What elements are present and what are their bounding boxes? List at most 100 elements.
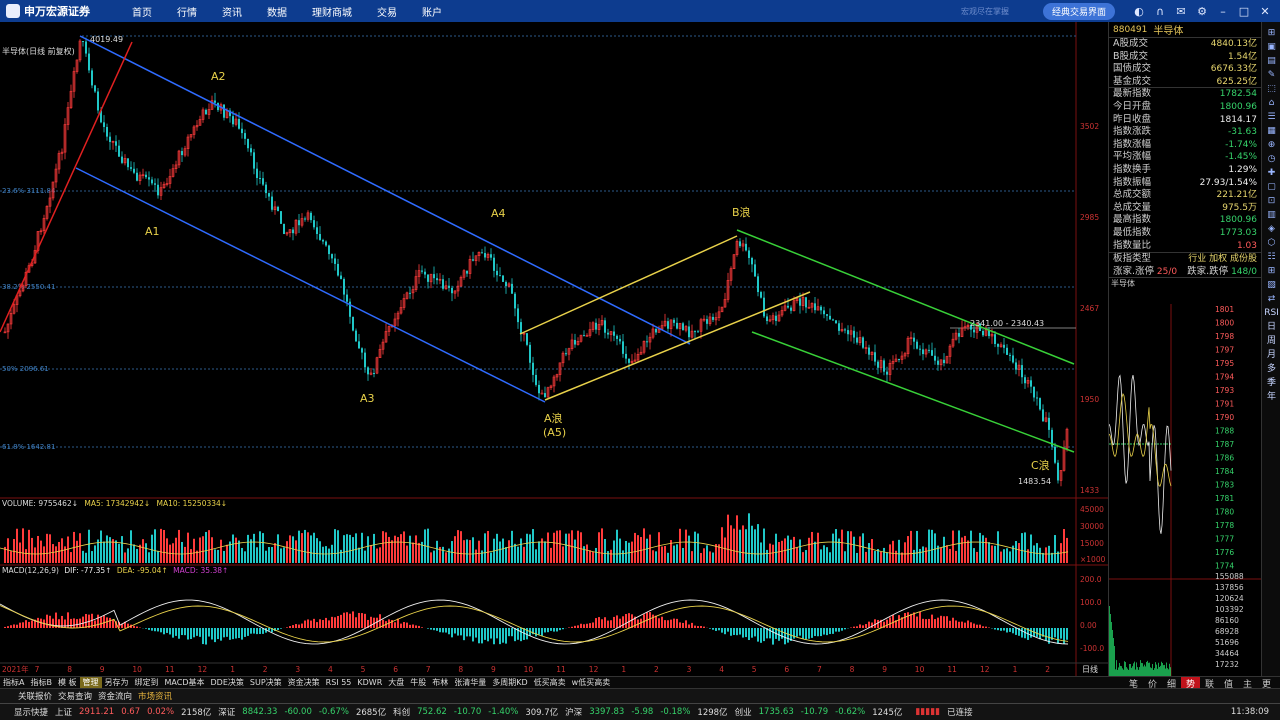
macd-bar (448, 628, 450, 635)
indicator-tab[interactable]: 牛股 (407, 677, 429, 688)
side-period-2[interactable]: 周 (1262, 334, 1280, 348)
intraday-vol-bar (1120, 665, 1121, 676)
volume-bar (520, 538, 522, 563)
intraday-chart[interactable]: 1801 1800 1798 1797 1795 1794 1793 1791 1790 1788… (1109, 304, 1262, 676)
sh-index-label[interactable]: 上证 (55, 706, 72, 718)
indicator-tab[interactable]: 布林 (429, 677, 451, 688)
indicator-tab[interactable]: KDWR (354, 678, 385, 687)
kline-chart-area[interactable]: 23.6% 3111.84 38.2% 2550.41 50% 2096.61 … (0, 22, 1108, 676)
intraday-tick: 1794 (1215, 373, 1234, 382)
intraday-vol-bar (1164, 664, 1165, 676)
indicator-tab[interactable]: 张清华量 (451, 677, 489, 688)
volume-bar (499, 541, 501, 563)
nav-trade[interactable]: 交易 (377, 4, 397, 19)
nav-data[interactable]: 数据 (267, 4, 287, 19)
volume-bar (733, 528, 735, 563)
candle-body (268, 193, 270, 197)
side-period-4[interactable]: 多 (1262, 362, 1280, 376)
side-tool-icon[interactable]: ✚ (1262, 166, 1280, 180)
side-tool-icon[interactable]: ◈ (1262, 222, 1280, 236)
side-tool-icon[interactable]: ▤ (1262, 54, 1280, 68)
side-period-0[interactable]: RSI (1262, 306, 1280, 320)
date-tick: 12 (589, 665, 599, 674)
intraday-vol-bar (1154, 668, 1155, 676)
date-tick: 5 (752, 665, 757, 674)
candle-body (625, 353, 627, 359)
indicator-tab[interactable]: RSI 55 (323, 678, 355, 687)
indicator-tab[interactable]: 资金决策 (285, 677, 323, 688)
side-period-3[interactable]: 月 (1262, 348, 1280, 362)
side-tool-icon[interactable]: ☷ (1262, 250, 1280, 264)
side-tool-icon[interactable]: ⊞ (1262, 26, 1280, 40)
side-tool-icon[interactable]: ⬚ (1262, 82, 1280, 96)
side-tool-icon[interactable]: ☰ (1262, 110, 1280, 124)
indicator-tab[interactable]: w低买高卖 (569, 677, 614, 688)
kline-chart[interactable]: 23.6% 3111.84 38.2% 2550.41 50% 2096.61 … (0, 22, 1108, 676)
side-period-5[interactable]: 季 (1262, 376, 1280, 390)
side-tool-icon[interactable]: ⌂ (1262, 96, 1280, 110)
nav-market[interactable]: 行情 (177, 4, 197, 19)
side-tool-icon[interactable]: ✎ (1262, 68, 1280, 82)
nav-account[interactable]: 账户 (422, 4, 442, 19)
side-period-6[interactable]: 年 (1262, 390, 1280, 404)
label-c-wave: C浪 (1031, 458, 1050, 472)
side-tool-icon[interactable]: ▣ (1262, 40, 1280, 54)
indicator-tab[interactable]: MACD基本 (162, 677, 208, 688)
headset-icon[interactable]: ∩ (1153, 5, 1167, 19)
nav-home[interactable]: 首页 (132, 4, 152, 19)
indicator-tab[interactable]: 管理 (79, 677, 102, 688)
close-icon[interactable]: ✕ (1258, 5, 1272, 19)
minimize-icon[interactable]: – (1216, 5, 1230, 19)
indicator-tab[interactable]: 指标B (27, 677, 55, 688)
side-tool-icon[interactable]: ▢ (1262, 180, 1280, 194)
quick-display-label[interactable]: 显示快捷 (14, 706, 48, 718)
maximize-icon[interactable]: □ (1237, 5, 1251, 19)
side-tool-icon[interactable]: ⊕ (1262, 138, 1280, 152)
indicator-tab[interactable]: 绑定到 (132, 677, 162, 688)
sub-tab[interactable]: 关联报价 (18, 690, 52, 702)
classic-trade-button[interactable]: 经典交易界面 (1042, 3, 1115, 20)
volume-bar (874, 550, 876, 563)
side-period-1[interactable]: 日 (1262, 320, 1280, 334)
sz-index-label[interactable]: 深证 (218, 706, 235, 718)
sub-tab[interactable]: 市场资讯 (138, 690, 172, 702)
nav-news[interactable]: 资讯 (222, 4, 242, 19)
nav-wealth[interactable]: 理财商城 (312, 4, 352, 19)
indicator-tab[interactable]: SUP决策 (247, 677, 285, 688)
sub-tab[interactable]: 交易查询 (58, 690, 92, 702)
side-tool-icon[interactable]: ▦ (1262, 124, 1280, 138)
macd-bar (343, 612, 345, 628)
side-tool-icon[interactable]: ⬡ (1262, 236, 1280, 250)
side-tool-icon[interactable]: ⊞ (1262, 264, 1280, 278)
indicator-tab[interactable]: 低买高卖 (531, 677, 569, 688)
volume-bar (889, 544, 891, 563)
mail-icon[interactable]: ✉ (1174, 5, 1188, 19)
indicator-tab[interactable]: DDE决策 (208, 677, 247, 688)
indicator-tab[interactable]: 大盘 (385, 677, 407, 688)
macd-bar (691, 622, 693, 628)
side-tool-icon[interactable]: ⇄ (1262, 292, 1280, 306)
cy-index-label[interactable]: 创业 (735, 706, 752, 718)
indicator-tab[interactable]: 另存为 (102, 677, 132, 688)
sub-tabs: 关联报价 交易查询 资金流向 市场资讯 (0, 688, 1280, 703)
skin-icon[interactable]: ◐ (1132, 5, 1146, 19)
side-tool-icon[interactable]: ⊡ (1262, 194, 1280, 208)
hs-index-label[interactable]: 沪深 (565, 706, 582, 718)
settings-icon[interactable]: ⚙ (1195, 5, 1209, 19)
side-tool-icon[interactable]: ▧ (1262, 278, 1280, 292)
volume-bar (871, 539, 873, 563)
volume-bar (322, 546, 324, 563)
indicator-tab[interactable]: 多周期KD (489, 677, 530, 688)
kc-index-label[interactable]: 科创 (393, 706, 410, 718)
macd-bar (508, 628, 510, 637)
stat-row: 最新指数 1782.54 (1109, 88, 1261, 101)
indicator-tab[interactable]: 指标A (0, 677, 27, 688)
sub-tab[interactable]: 资金流向 (98, 690, 132, 702)
candle-body (271, 196, 273, 210)
macd-bar (202, 628, 204, 645)
intraday-vol-bar (1165, 668, 1166, 676)
side-tool-icon[interactable]: ▥ (1262, 208, 1280, 222)
period-label[interactable]: 日线 (1082, 664, 1098, 674)
side-tool-icon[interactable]: ◷ (1262, 152, 1280, 166)
indicator-tab[interactable]: 模 板 (55, 677, 80, 688)
